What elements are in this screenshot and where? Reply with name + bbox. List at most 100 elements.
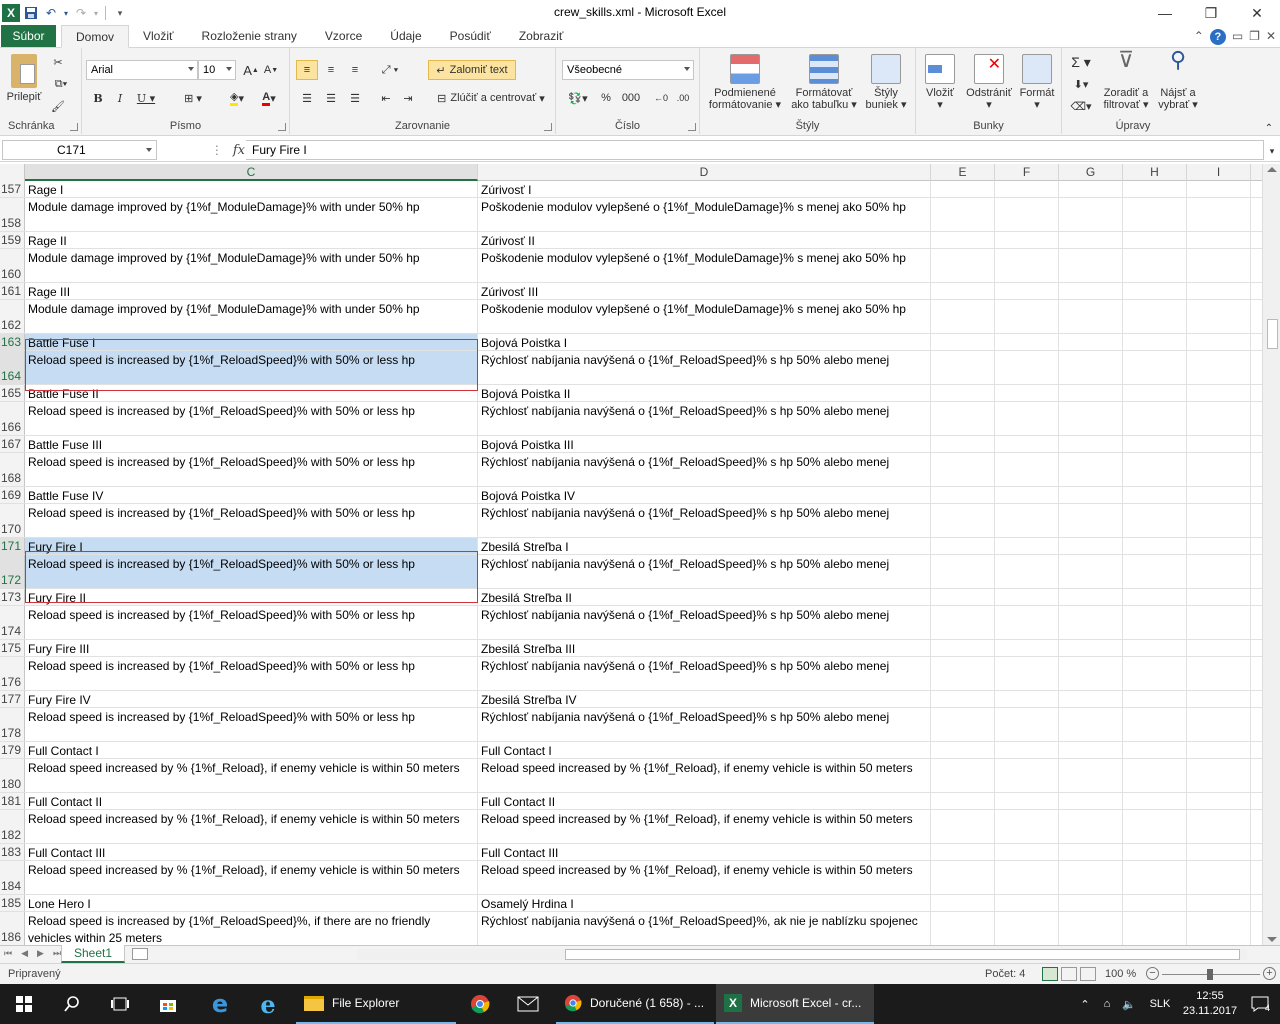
cell-f[interactable] [995,300,1059,333]
cell-f[interactable] [995,504,1059,537]
cell-i[interactable] [1187,691,1251,707]
cell-d[interactable]: Full Contact I [478,742,931,758]
cell-i[interactable] [1187,351,1251,384]
scroll-down-icon[interactable] [1267,937,1277,942]
cell-g[interactable] [1059,198,1123,231]
row-header[interactable]: 159 [0,232,25,248]
cell-c[interactable]: Reload speed is increased by {1%f_Reload… [25,351,478,384]
cell-c[interactable]: Reload speed is increased by {1%f_Reload… [25,555,478,588]
cell-d[interactable]: Rýchlosť nabíjania navýšená o {1%f_Reloa… [478,402,931,435]
font-size-select[interactable]: 10 [198,60,236,80]
cell-h[interactable] [1123,198,1187,231]
cell-g[interactable] [1059,657,1123,690]
cell-g[interactable] [1059,691,1123,707]
cell-h[interactable] [1123,895,1187,911]
cell-c[interactable]: Module damage improved by {1%f_ModuleDam… [25,198,478,231]
tab-insert[interactable]: Vložiť [129,25,188,47]
format-as-table-button[interactable]: Formátovať ako tabuľku ▾ [786,54,862,111]
tab-data[interactable]: Údaje [376,25,435,47]
cell-f[interactable] [995,181,1059,197]
cell-f[interactable] [995,640,1059,656]
cell-g[interactable] [1059,912,1123,945]
tab-file[interactable]: Súbor [1,25,56,47]
tab-home[interactable]: Domov [61,25,130,48]
column-header-h[interactable]: H [1123,164,1187,181]
cell-c[interactable]: Fury Fire IV [25,691,478,707]
cell-f[interactable] [995,487,1059,503]
alignment-launcher-icon[interactable] [544,123,552,131]
cut-icon[interactable]: ✂ [48,52,68,72]
cell-d[interactable]: Rýchlosť nabíjania navýšená o {1%f_Reloa… [478,453,931,486]
column-header-i[interactable]: I [1187,164,1251,181]
number-launcher-icon[interactable] [688,123,696,131]
insert-cells-button[interactable]: Vložiť ▾ [920,54,960,111]
cell-i[interactable] [1187,640,1251,656]
row-header[interactable]: 171 [0,538,25,554]
row-header[interactable]: 179 [0,742,25,758]
cell-c[interactable]: Full Contact I [25,742,478,758]
row-header[interactable]: 157 [0,181,25,197]
normal-view-icon[interactable] [1042,967,1058,981]
internet-explorer-icon[interactable]: e [244,984,292,1024]
row-header[interactable]: 170 [0,504,25,537]
cell-e[interactable] [931,504,995,537]
cell-i[interactable] [1187,453,1251,486]
underline-button[interactable]: U ▾ [134,88,158,108]
cell-h[interactable] [1123,793,1187,809]
row-header[interactable]: 167 [0,436,25,452]
cell-h[interactable] [1123,555,1187,588]
cell-h[interactable] [1123,283,1187,299]
cell-f[interactable] [995,555,1059,588]
orientation-icon[interactable]: ⤢ ▾ [376,60,404,80]
copy-icon[interactable]: ⧉▾ [48,74,74,94]
cell-h[interactable] [1123,504,1187,537]
cell-h[interactable] [1123,742,1187,758]
zoom-thumb[interactable] [1207,969,1213,980]
font-name-select[interactable]: Arial [86,60,198,80]
cell-f[interactable] [995,589,1059,605]
cell-e[interactable] [931,334,995,350]
cell-d[interactable]: Reload speed increased by % {1%f_Reload}… [478,810,931,843]
cell-e[interactable] [931,708,995,741]
taskbar-chrome-mail[interactable]: Doručené (1 658) - ... [556,984,714,1024]
cell-f[interactable] [995,198,1059,231]
increase-decimal-icon[interactable]: ←0 [652,88,670,108]
cell-d[interactable]: Rýchlosť nabíjania navýšená o {1%f_Reloa… [478,708,931,741]
cell-e[interactable] [931,742,995,758]
cell-h[interactable] [1123,844,1187,860]
cell-f[interactable] [995,385,1059,401]
cell-d[interactable]: Zbesilá Streľba II [478,589,931,605]
cell-e[interactable] [931,249,995,282]
cell-d[interactable]: Zbesilá Streľba III [478,640,931,656]
cell-d[interactable]: Zúrivosť III [478,283,931,299]
row-header[interactable]: 161 [0,283,25,299]
cell-c[interactable]: Battle Fuse III [25,436,478,452]
cell-g[interactable] [1059,861,1123,894]
cell-f[interactable] [995,708,1059,741]
first-sheet-icon[interactable]: ⏮ [4,948,12,959]
cell-e[interactable] [931,844,995,860]
italic-button[interactable]: I [112,88,128,108]
cell-g[interactable] [1059,487,1123,503]
cell-e[interactable] [931,810,995,843]
cell-c[interactable]: Reload speed is increased by {1%f_Reload… [25,453,478,486]
language-indicator[interactable]: SLK [1140,998,1180,1010]
cell-f[interactable] [995,810,1059,843]
cell-d[interactable]: Zbesilá Streľba IV [478,691,931,707]
cell-f[interactable] [995,844,1059,860]
cell-d[interactable]: Bojová Poistka II [478,385,931,401]
cell-i[interactable] [1187,606,1251,639]
cell-c[interactable]: Battle Fuse I [25,334,478,350]
cell-h[interactable] [1123,487,1187,503]
customize-qat-icon[interactable]: ▾ [111,4,129,22]
cell-f[interactable] [995,691,1059,707]
cell-i[interactable] [1187,334,1251,350]
find-select-button[interactable]: ⚲ Nájsť a vybrať ▾ [1154,49,1202,112]
cell-g[interactable] [1059,606,1123,639]
formula-input[interactable]: Fury Fire I [246,140,1264,160]
row-header[interactable]: 168 [0,453,25,486]
cell-e[interactable] [931,606,995,639]
cell-e[interactable] [931,555,995,588]
spreadsheet-grid[interactable]: C D E F G H I 157 Rage I Zúrivosť I 158 Modu… [0,164,1262,945]
cell-g[interactable] [1059,793,1123,809]
